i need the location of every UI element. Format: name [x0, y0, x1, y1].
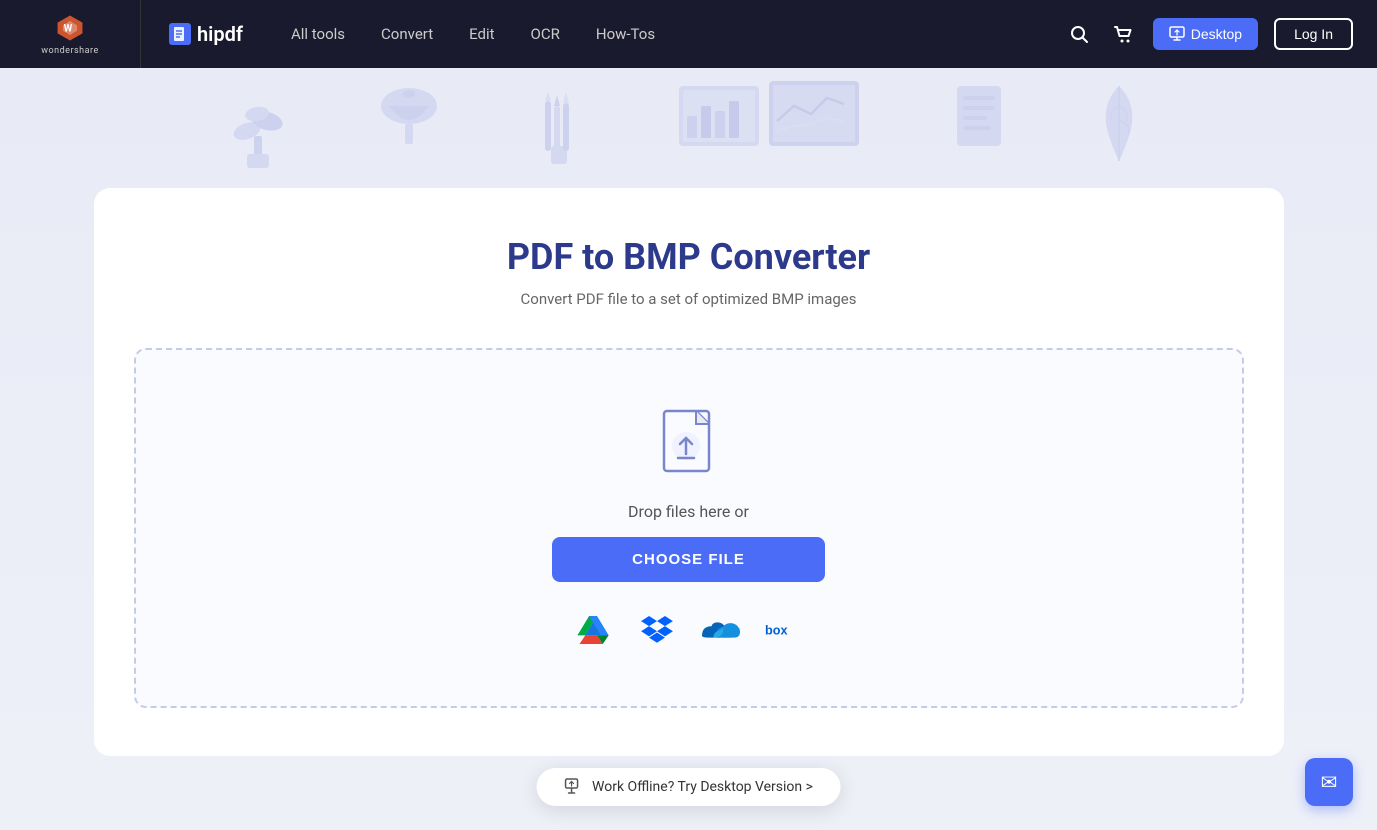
svg-text:W: W: [64, 24, 73, 35]
hero-background: PDF to BMP Converter Convert PDF file to…: [0, 68, 1377, 796]
mail-icon: ✉: [1321, 770, 1338, 794]
login-button[interactable]: Log In: [1274, 18, 1353, 50]
onedrive-icon[interactable]: [701, 610, 741, 650]
desktop-button[interactable]: Desktop: [1153, 18, 1258, 50]
desktop-version-text: Work Offline? Try Desktop Version >: [592, 779, 813, 795]
nav-links: All tools Convert Edit OCR How-Tos: [271, 25, 1065, 43]
nav-all-tools[interactable]: All tools: [291, 25, 345, 43]
navbar: W wondershare hipdf All tools Convert Ed…: [0, 0, 1377, 68]
deco-feather-icon: [1089, 76, 1149, 180]
dropbox-icon[interactable]: [637, 610, 677, 650]
nav-convert[interactable]: Convert: [381, 25, 433, 43]
choose-file-button[interactable]: CHOOSE FILE: [552, 537, 825, 582]
wondershare-label: wondershare: [41, 46, 99, 56]
deco-document-icon: [949, 81, 1009, 175]
deco-pencils-icon: [529, 81, 589, 175]
drop-zone[interactable]: Drop files here or CHOOSE FILE: [134, 348, 1244, 708]
cart-button[interactable]: [1109, 20, 1137, 48]
svg-text:box: box: [765, 623, 788, 637]
hipdf-icon: [169, 23, 191, 45]
drop-text: Drop files here or: [628, 502, 749, 521]
nav-ocr[interactable]: OCR: [531, 25, 560, 43]
deco-lamp-icon: [369, 76, 449, 180]
google-drive-icon[interactable]: [573, 610, 613, 650]
cloud-service-icons: box: [573, 610, 805, 650]
hipdf-text: hipdf: [197, 22, 243, 46]
page-subtitle: Convert PDF file to a set of optimized B…: [134, 290, 1244, 308]
deco-chart-icon: [669, 76, 869, 180]
search-button[interactable]: [1065, 20, 1093, 48]
hipdf-logo[interactable]: hipdf: [140, 0, 271, 68]
nav-edit[interactable]: Edit: [469, 25, 494, 43]
nav-how-tos[interactable]: How-Tos: [596, 25, 655, 43]
upload-icon: [654, 406, 724, 486]
desktop-label: Desktop: [1191, 26, 1242, 42]
wondershare-logo-block[interactable]: W wondershare: [0, 0, 140, 68]
desktop-version-bar[interactable]: Work Offline? Try Desktop Version >: [536, 768, 841, 806]
box-icon[interactable]: box: [765, 610, 805, 650]
deco-strip: [0, 68, 1377, 188]
desktop-icon: [564, 778, 582, 796]
deco-plant-icon: [229, 76, 289, 180]
nav-actions: Desktop Log In: [1065, 18, 1377, 50]
page-title: PDF to BMP Converter: [134, 236, 1244, 278]
mail-fab-button[interactable]: ✉: [1305, 758, 1353, 806]
main-card: PDF to BMP Converter Convert PDF file to…: [94, 188, 1284, 756]
